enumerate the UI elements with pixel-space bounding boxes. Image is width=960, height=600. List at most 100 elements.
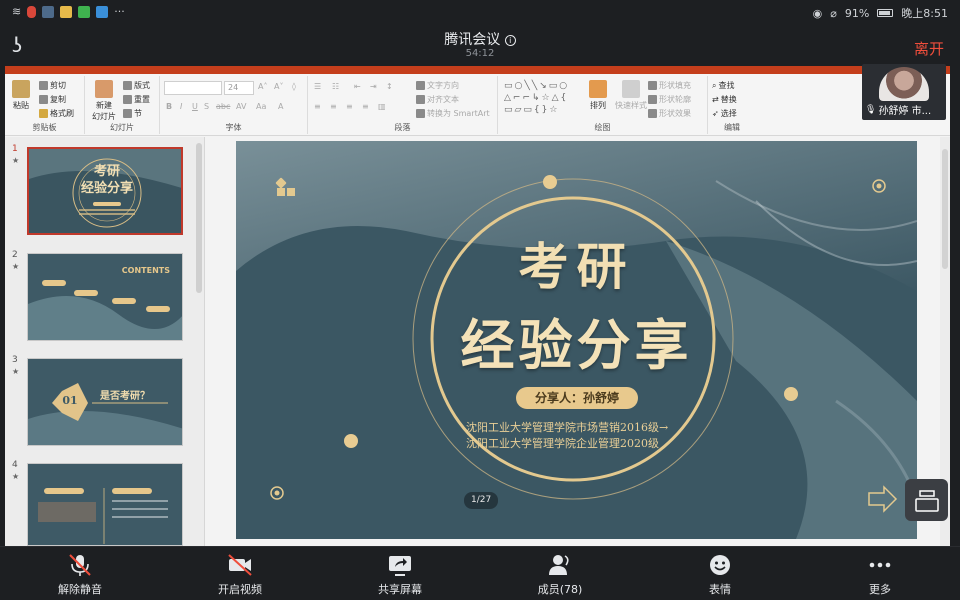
reactions-button[interactable]: 表情 bbox=[665, 551, 775, 597]
bullets-button[interactable]: ☰ bbox=[314, 82, 321, 91]
spacing-button[interactable]: AV bbox=[236, 102, 246, 111]
start-video-button[interactable]: 开启视频 bbox=[185, 551, 295, 597]
replace-button[interactable]: ⇄ 替换 bbox=[712, 94, 737, 105]
font-group: 24 A˄ A˅ ◊ B I U S abc AV Aa A 字体 bbox=[160, 76, 308, 134]
paste-button[interactable]: 粘贴 bbox=[9, 80, 33, 111]
clock: 晚上8:51 bbox=[901, 7, 948, 20]
shape-fill-button[interactable]: 形状填充 bbox=[648, 80, 691, 91]
share-screen-button[interactable]: 共享屏幕 bbox=[345, 551, 455, 597]
replace-icon: ⇄ bbox=[712, 95, 719, 104]
shared-screen: 粘贴 剪切 复制 格式刷 剪贴板 新建 幻灯片 版式 重置 节 幻灯片 24 A˄… bbox=[5, 66, 950, 546]
avatar bbox=[879, 67, 929, 101]
section-button[interactable]: 节 bbox=[123, 108, 142, 119]
indent-decrease-button[interactable]: ⇤ bbox=[354, 82, 361, 91]
mic-icon: 🎙︎ bbox=[865, 104, 877, 115]
thumb-star-icon: ★ bbox=[12, 367, 20, 376]
layout-icon bbox=[123, 81, 132, 90]
copy-button[interactable]: 复制 bbox=[39, 94, 66, 105]
camera-off-icon bbox=[228, 554, 252, 576]
status-bar: ≋ ··· ◉ ⌀ 91% 晚上8:51 bbox=[0, 0, 960, 24]
align-center-button[interactable]: ≡ bbox=[330, 102, 337, 111]
thumb-number: 3 bbox=[12, 355, 18, 365]
participant-video-tile[interactable]: 🎙︎ 孙舒婷 市... bbox=[862, 64, 946, 120]
justify-button[interactable]: ≡ bbox=[362, 102, 369, 111]
shape-effects-button[interactable]: 形状效果 bbox=[648, 108, 691, 119]
text-direction-button[interactable]: 文字方向 bbox=[416, 80, 459, 91]
smartart-button[interactable]: 转换为 SmartArt bbox=[416, 108, 490, 119]
scissors-icon bbox=[39, 81, 48, 90]
slides-group: 新建 幻灯片 版式 重置 节 幻灯片 bbox=[85, 76, 160, 134]
font-name-box[interactable] bbox=[164, 81, 222, 95]
font-color-button[interactable]: A bbox=[278, 102, 283, 111]
thumb-number: 4 bbox=[12, 460, 18, 470]
cut-button[interactable]: 剪切 bbox=[39, 80, 66, 91]
ribbon-toolbar: 粘贴 剪切 复制 格式刷 剪贴板 新建 幻灯片 版式 重置 节 幻灯片 24 A˄… bbox=[5, 74, 950, 136]
grow-font-button[interactable]: A˄ bbox=[258, 82, 267, 91]
meeting-title[interactable]: 腾讯会议 i bbox=[0, 29, 960, 49]
align-left-button[interactable]: ≡ bbox=[314, 102, 321, 111]
info-icon[interactable]: i bbox=[504, 35, 516, 46]
arrange-button[interactable]: 排列 bbox=[586, 80, 610, 111]
reset-button[interactable]: 重置 bbox=[123, 94, 150, 105]
search-icon: ⌕ bbox=[712, 80, 717, 90]
italic-button[interactable]: I bbox=[180, 102, 182, 111]
slide-thumbnail-3[interactable]: 01 是否考研？ bbox=[27, 358, 183, 446]
shape-outline-button[interactable]: 形状轮廓 bbox=[648, 94, 691, 105]
bold-button[interactable]: B bbox=[166, 102, 172, 111]
ribbon-tab-strip[interactable] bbox=[5, 66, 950, 74]
copy-icon bbox=[39, 95, 48, 104]
numbering-button[interactable]: ☷ bbox=[332, 82, 339, 91]
line-spacing-button[interactable]: ↕ bbox=[386, 82, 393, 91]
thumbnails-scrollbar[interactable] bbox=[196, 143, 202, 293]
smartart-icon bbox=[416, 109, 425, 118]
thumb-1-title: 考研 经验分享 bbox=[80, 164, 133, 196]
find-button[interactable]: ⌕ 查找 bbox=[712, 80, 734, 91]
members-icon bbox=[549, 555, 569, 575]
columns-button[interactable]: ▥ bbox=[378, 102, 386, 111]
slide-thumbnail-1[interactable]: 考研 经验分享 bbox=[27, 147, 183, 235]
align-text-button[interactable]: 对齐文本 bbox=[416, 94, 459, 105]
fill-icon bbox=[648, 81, 657, 90]
participant-name: 🎙︎ 孙舒婷 市... bbox=[865, 104, 932, 118]
strikethrough-button[interactable]: abc bbox=[216, 102, 230, 111]
slide-title-line1: 考研 bbox=[518, 237, 635, 296]
leave-button[interactable]: 离开 bbox=[914, 38, 944, 59]
thumb-3-heading: 是否考研？ bbox=[100, 391, 150, 402]
select-button[interactable]: ➶ 选择 bbox=[712, 108, 737, 119]
case-button[interactable]: Aa bbox=[256, 102, 266, 111]
more-button[interactable]: 更多 bbox=[825, 551, 935, 597]
format-painter-button[interactable]: 格式刷 bbox=[39, 108, 74, 119]
thumb-star-icon: ★ bbox=[12, 262, 20, 271]
font-size-box[interactable]: 24 bbox=[224, 81, 254, 95]
shapes-gallery[interactable]: ▭○╲╲↘▭○ △⌐⌐↳☆△{▭▱▭{}☆ bbox=[504, 80, 576, 120]
meeting-notification-icon bbox=[96, 5, 109, 18]
underline-button[interactable]: U bbox=[192, 102, 198, 111]
indent-increase-button[interactable]: ⇥ bbox=[370, 82, 377, 91]
quick-styles-button[interactable]: 快速样式 bbox=[614, 80, 648, 111]
layout-button[interactable]: 版式 bbox=[123, 80, 150, 91]
presenter-badge: 分享人：孙舒婷 bbox=[516, 387, 638, 409]
thumb-number: 1 bbox=[12, 144, 18, 154]
shrink-font-button[interactable]: A˅ bbox=[274, 82, 283, 91]
clipboard-group: 粘贴 剪切 复制 格式刷 剪贴板 bbox=[5, 76, 85, 134]
cursor-icon: ➶ bbox=[712, 109, 719, 118]
thumb-2-heading: CONTENTS bbox=[121, 266, 170, 275]
slide-thumbnail-2[interactable]: CONTENTS bbox=[27, 253, 183, 341]
unmute-button[interactable]: 解除静音 bbox=[25, 551, 135, 597]
brush-icon bbox=[39, 109, 48, 118]
share-screen-icon bbox=[389, 556, 411, 576]
members-button[interactable]: 成员(78) bbox=[505, 551, 615, 597]
mic-status-icon bbox=[27, 5, 37, 18]
slide-thumbnail-4[interactable] bbox=[27, 463, 183, 546]
slide-title-line2: 经验分享 bbox=[460, 313, 693, 377]
meeting-title-bar: ʖ 腾讯会议 i 54:12 离开 bbox=[0, 24, 960, 66]
outline-icon bbox=[648, 95, 657, 104]
floating-window-button[interactable] bbox=[905, 479, 948, 521]
shadow-button[interactable]: S bbox=[204, 102, 209, 111]
new-slide-button[interactable]: 新建 幻灯片 bbox=[89, 80, 119, 122]
clear-format-button[interactable]: ◊ bbox=[292, 82, 296, 91]
more-notifications-icon: ··· bbox=[114, 5, 125, 18]
mic-muted-icon bbox=[69, 554, 91, 576]
app-notification-icon bbox=[42, 5, 55, 18]
align-right-button[interactable]: ≡ bbox=[346, 102, 353, 111]
